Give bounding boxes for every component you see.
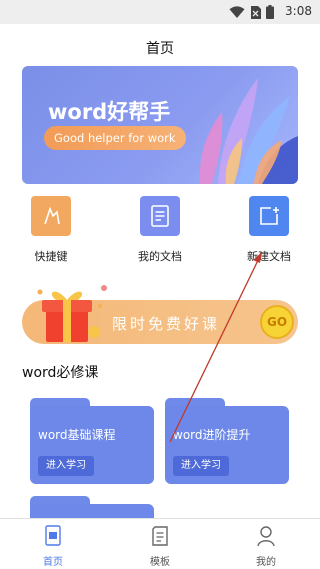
quick-action-new-document[interactable]: 新建文档 bbox=[224, 196, 314, 264]
leaf-illustration bbox=[199, 78, 298, 184]
wifi-icon bbox=[229, 5, 245, 18]
status-icons bbox=[229, 5, 274, 19]
section-title: word必修课 bbox=[22, 365, 99, 381]
folder-body bbox=[30, 504, 154, 518]
gift-icon bbox=[37, 285, 107, 342]
promo-banner[interactable]: 限时免费好课 GO bbox=[22, 285, 298, 350]
document-icon bbox=[140, 196, 180, 236]
nav-item-profile[interactable]: 我的 bbox=[236, 525, 296, 568]
course-title: word进阶提升 bbox=[173, 428, 251, 442]
go-button[interactable]: GO bbox=[260, 305, 294, 339]
sim-off-icon bbox=[251, 5, 261, 19]
battery-icon bbox=[266, 5, 274, 19]
quick-action-label: 快捷键 bbox=[34, 250, 68, 263]
profile-icon bbox=[257, 526, 275, 547]
quick-action-label: 新建文档 bbox=[247, 250, 291, 263]
status-time: 3:08 bbox=[285, 4, 312, 18]
hero-banner[interactable]: word好帮手 Good helper for work bbox=[22, 66, 298, 184]
nav-item-home[interactable]: 首页 bbox=[23, 525, 83, 568]
new-document-icon bbox=[249, 196, 289, 236]
bottom-nav: 首页 模板 我的 bbox=[0, 518, 320, 569]
status-bar: 3:08 bbox=[0, 0, 320, 24]
page-title: 首页 bbox=[146, 41, 174, 57]
home-doc-icon bbox=[45, 525, 61, 546]
quick-action-my-documents[interactable]: 我的文档 bbox=[115, 196, 205, 264]
nav-label: 首页 bbox=[43, 557, 63, 568]
banner-subtitle: Good helper for work bbox=[44, 126, 186, 150]
banner-title: word好帮手 bbox=[48, 100, 171, 124]
quick-action-label: 我的文档 bbox=[138, 250, 182, 263]
course-card-advanced[interactable]: word进阶提升 进入学习 bbox=[165, 398, 289, 484]
course-card-basic[interactable]: word基础课程 进入学习 bbox=[30, 398, 154, 484]
nav-item-templates[interactable]: 模板 bbox=[130, 525, 190, 568]
course-title: word基础课程 bbox=[38, 428, 116, 442]
enter-study-button[interactable]: 进入学习 bbox=[173, 456, 229, 476]
promo-text: 限时免费好课 bbox=[112, 315, 221, 333]
quick-action-shortcuts[interactable]: 快捷键 bbox=[6, 196, 96, 264]
shortcut-icon bbox=[31, 196, 71, 236]
nav-label: 模板 bbox=[150, 557, 170, 568]
course-card-partial[interactable] bbox=[30, 496, 154, 518]
template-icon bbox=[152, 526, 168, 546]
nav-label: 我的 bbox=[256, 557, 276, 568]
enter-study-button[interactable]: 进入学习 bbox=[38, 456, 94, 476]
